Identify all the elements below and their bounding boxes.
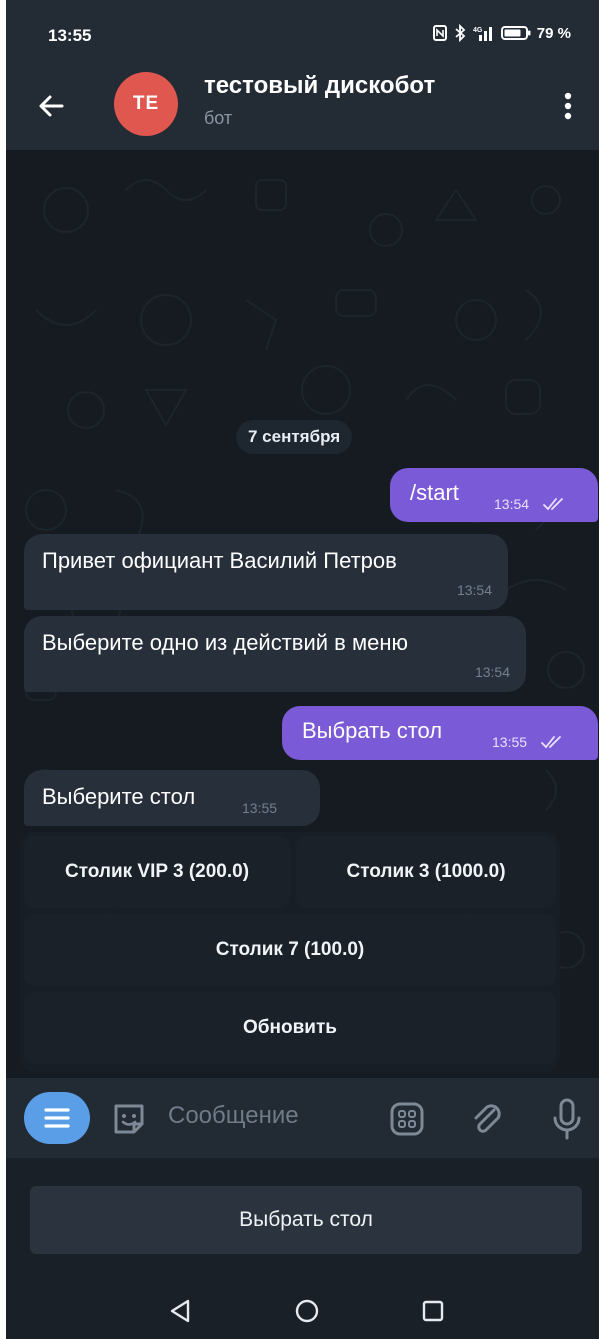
inline-button-label: Столик 7 (100.0) [215, 939, 365, 960]
message-input[interactable]: Сообщение [168, 1102, 299, 1130]
voice-button[interactable] [546, 1096, 588, 1142]
message-time: 13:54 [456, 582, 492, 598]
nav-home-button[interactable] [292, 1296, 322, 1326]
inline-button-table-3[interactable]: Столик 3 (1000.0) [296, 836, 556, 908]
nfc-icon [432, 25, 447, 41]
inline-button-label: Столик 3 (1000.0) [346, 861, 506, 882]
microphone-icon [553, 1098, 581, 1140]
nav-back-button[interactable] [166, 1296, 196, 1326]
menu-lines-icon [44, 1108, 70, 1128]
message-time: 13:55 [492, 734, 528, 750]
battery-percent: 79 % [536, 24, 571, 42]
message-bubble-outgoing[interactable]: /start 13:54 [390, 468, 598, 522]
reply-button-choose-table[interactable]: Выбрать стол [30, 1186, 582, 1254]
arrow-left-icon [39, 95, 64, 117]
system-nav-bar [6, 1282, 599, 1339]
bluetooth-icon [453, 24, 467, 42]
message-text: Выберите одно из действий в меню [42, 630, 408, 655]
grid-icon [390, 1102, 424, 1136]
avatar-initials: TE [132, 93, 160, 114]
sticker-button[interactable] [108, 1098, 150, 1140]
message-bubble-outgoing[interactable]: Выбрать стол 13:55 [282, 706, 598, 760]
square-recents-icon [422, 1300, 444, 1322]
phone-screen: 13:55 4G 79 % TE тестовый дискобот бот 7… [6, 0, 599, 1339]
inline-button-table-vip3[interactable]: Столик VIP 3 (200.0) [24, 836, 290, 908]
date-label: 7 сентября [248, 427, 341, 446]
status-time: 13:55 [48, 26, 92, 45]
sticker-icon [114, 1104, 144, 1134]
triangle-back-icon [170, 1299, 190, 1323]
inline-button-label: Обновить [243, 1017, 337, 1038]
status-icons: 4G 79 % [432, 24, 571, 42]
battery-icon [500, 25, 531, 41]
message-input-bar: Сообщение [6, 1078, 599, 1158]
inline-button-refresh[interactable]: Обновить [24, 992, 556, 1064]
more-menu-button[interactable] [553, 86, 583, 126]
back-button[interactable] [32, 86, 72, 126]
double-check-icon [541, 736, 561, 749]
inline-keyboard: Столик VIP 3 (200.0) Столик 3 (1000.0) С… [20, 832, 560, 1072]
message-bubble-incoming[interactable]: Выберите одно из действий в меню 13:54 [24, 616, 526, 692]
circle-home-icon [295, 1299, 319, 1323]
double-check-icon [543, 498, 563, 511]
message-time: 13:55 [242, 800, 278, 816]
chat-subtitle: бот [204, 108, 233, 128]
status-bar: 13:55 4G 79 % [6, 0, 599, 68]
svg-text:4G: 4G [473, 27, 483, 34]
message-text: /start [410, 480, 459, 505]
chat-area[interactable]: 7 сентября /start 13:54 Привет официант … [6, 150, 599, 1078]
nav-recents-button[interactable] [418, 1296, 448, 1326]
inline-button-label: Столик VIP 3 (200.0) [64, 861, 250, 882]
message-text: Выбрать стол [302, 718, 443, 743]
reply-keyboard: Выбрать стол [6, 1158, 599, 1282]
commands-button[interactable] [386, 1098, 428, 1140]
message-time: 13:54 [494, 496, 530, 512]
bot-menu-button[interactable] [24, 1092, 90, 1144]
message-bubble-incoming[interactable]: Выберите стол 13:55 [24, 770, 320, 826]
message-text: Выберите стол [42, 784, 196, 809]
paperclip-icon [474, 1104, 501, 1133]
reply-button-label: Выбрать стол [239, 1208, 373, 1231]
avatar[interactable]: TE [114, 72, 178, 136]
chat-header: TE тестовый дискобот бот [6, 68, 599, 150]
signal-icon: 4G [473, 25, 495, 41]
chat-title[interactable]: тестовый дискобот [204, 72, 435, 100]
date-separator: 7 сентября [236, 420, 353, 454]
message-text: Привет официант Василий Петров [42, 548, 397, 573]
attach-button[interactable] [466, 1098, 508, 1140]
more-vertical-icon [564, 92, 572, 120]
message-time: 13:54 [474, 664, 510, 680]
inline-button-table-7[interactable]: Столик 7 (100.0) [24, 914, 556, 986]
message-bubble-incoming[interactable]: Привет официант Василий Петров 13:54 [24, 534, 508, 610]
